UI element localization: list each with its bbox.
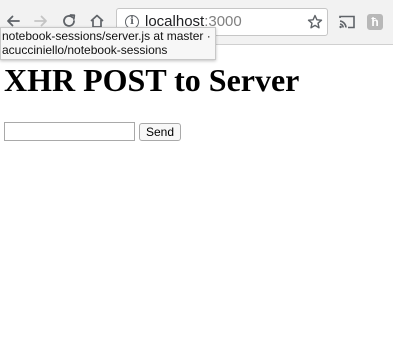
message-input[interactable] bbox=[4, 122, 135, 141]
page-title: XHR POST to Server bbox=[4, 62, 300, 98]
tooltip-line-2: acucciniello/notebook-sessions bbox=[2, 43, 168, 57]
cast-icon[interactable] bbox=[338, 14, 356, 30]
link-tooltip: notebook-sessions/server.js at master · … bbox=[0, 27, 216, 60]
send-button[interactable]: Send bbox=[139, 123, 181, 141]
star-icon[interactable] bbox=[307, 14, 323, 30]
tooltip-line-1: notebook-sessions/server.js at master · bbox=[2, 29, 211, 43]
extension-icon[interactable]: ћ bbox=[367, 14, 383, 30]
